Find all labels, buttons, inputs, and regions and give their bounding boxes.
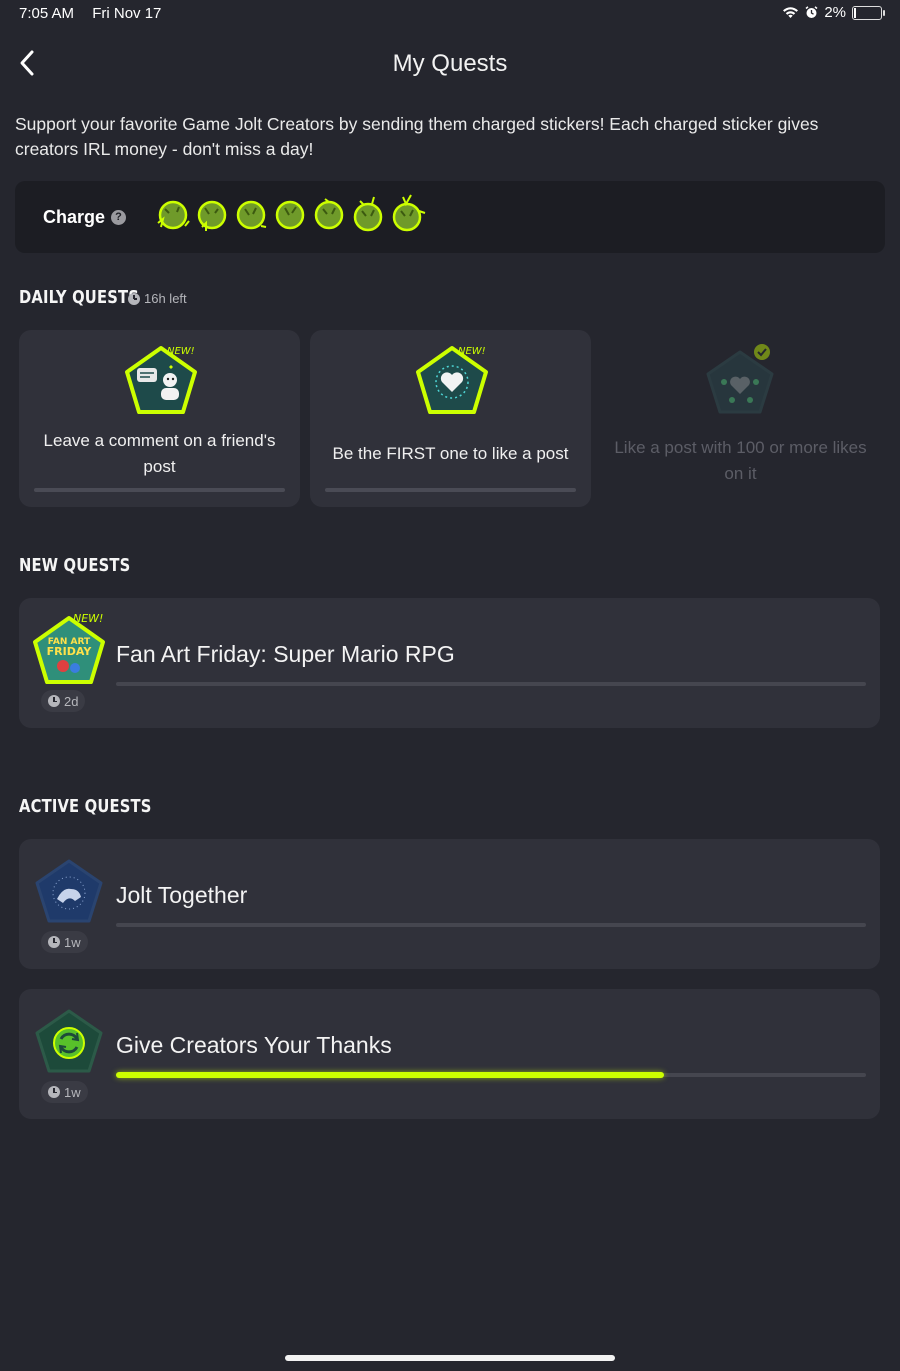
clock-icon [48,936,60,948]
active-quests-heading: ACTIVE QUESTS [19,796,152,817]
help-icon[interactable]: ? [111,210,126,225]
clock-icon [48,1086,60,1098]
charge-orb-icon [392,194,426,232]
recycle-thanks-icon [35,1009,103,1073]
daily-quest-text: Leave a comment on a friend's post [43,431,276,476]
status-date: Fri Nov 17 [92,5,162,22]
charge-orb-icon [353,196,383,232]
status-time: 7:05 AM [19,5,75,22]
daily-quest-progress [325,488,576,492]
quest-card[interactable]: Give Creators Your Thanks 1w [19,989,880,1119]
quest-title: Jolt Together [116,882,248,908]
quest-time-left: 2d [64,693,79,709]
quest-time: 1w [41,1081,88,1103]
daily-time-left: 16h left [144,291,187,306]
heart-icon: NEW! [416,346,488,414]
clock-icon [48,695,60,707]
daily-quest-card[interactable]: NEW! Be the FIRST one to like a post [310,330,591,507]
hearts-icon [706,344,774,414]
page-title: My Quests [392,50,508,77]
new-badge-label: NEW! [73,612,103,625]
new-badge-label: NEW! [167,346,195,357]
quest-title: Fan Art Friday: Super Mario RPG [116,641,455,667]
charge-orbs [155,193,426,237]
daily-quest-text: Be the FIRST one to like a post [332,444,569,463]
status-left: 7:05 AM Fri Nov 17 [19,5,175,22]
daily-quest-text: Like a post with 100 or more likes on it [614,438,867,483]
charge-label: Charge [43,207,106,227]
battery-icon [852,5,885,20]
quest-progress [116,923,866,927]
fist-bump-icon [35,859,103,923]
daily-quest-card-completed[interactable]: Like a post with 100 or more likes on it [600,330,881,507]
charge-orb-icon [157,200,190,230]
quest-time-left: 1w [64,1084,81,1100]
quest-title: Give Creators Your Thanks [116,1032,392,1058]
battery-percent: 2% [824,4,846,21]
new-badge-label: NEW! [458,346,486,357]
alarm-icon [805,6,818,18]
quest-progress-fill [116,1072,664,1078]
badge-text-friday: FRIDAY [47,645,93,658]
clock-icon [128,292,140,305]
daily-quest-progress [34,488,285,492]
charge-orb-icon [314,198,344,230]
daily-quests-heading: DAILY QUESTS [19,287,140,308]
new-quests-heading: NEW QUESTS [19,555,131,576]
quest-card[interactable]: Jolt Together 1w [19,839,880,969]
wifi-icon [783,7,799,18]
status-bar: 7:05 AM Fri Nov 17 2% [0,0,900,28]
quests-description: Support your favorite Game Jolt Creators… [15,114,819,159]
daily-timer: 16h left [128,291,187,306]
charge-orb-icon [197,200,227,231]
quest-time: 2d [41,690,86,712]
home-indicator [285,1355,615,1361]
quest-time: 1w [41,931,88,953]
quest-time-left: 1w [64,934,81,950]
quest-progress [116,1072,866,1078]
quest-progress [116,682,866,686]
quest-card[interactable]: FAN ART FRIDAY NEW! Fan Art Friday: Supe… [19,598,880,728]
status-right: 2% [782,4,885,21]
charge-orb-icon [275,200,305,230]
comment-friend-icon: NEW! [125,346,197,414]
charge-panel: Charge ? [15,181,885,253]
daily-quest-card[interactable]: NEW! Leave a comment on a friend's post [19,330,300,507]
charge-orb-icon [236,200,267,230]
fan-art-friday-icon: FAN ART FRIDAY NEW! [33,612,105,684]
